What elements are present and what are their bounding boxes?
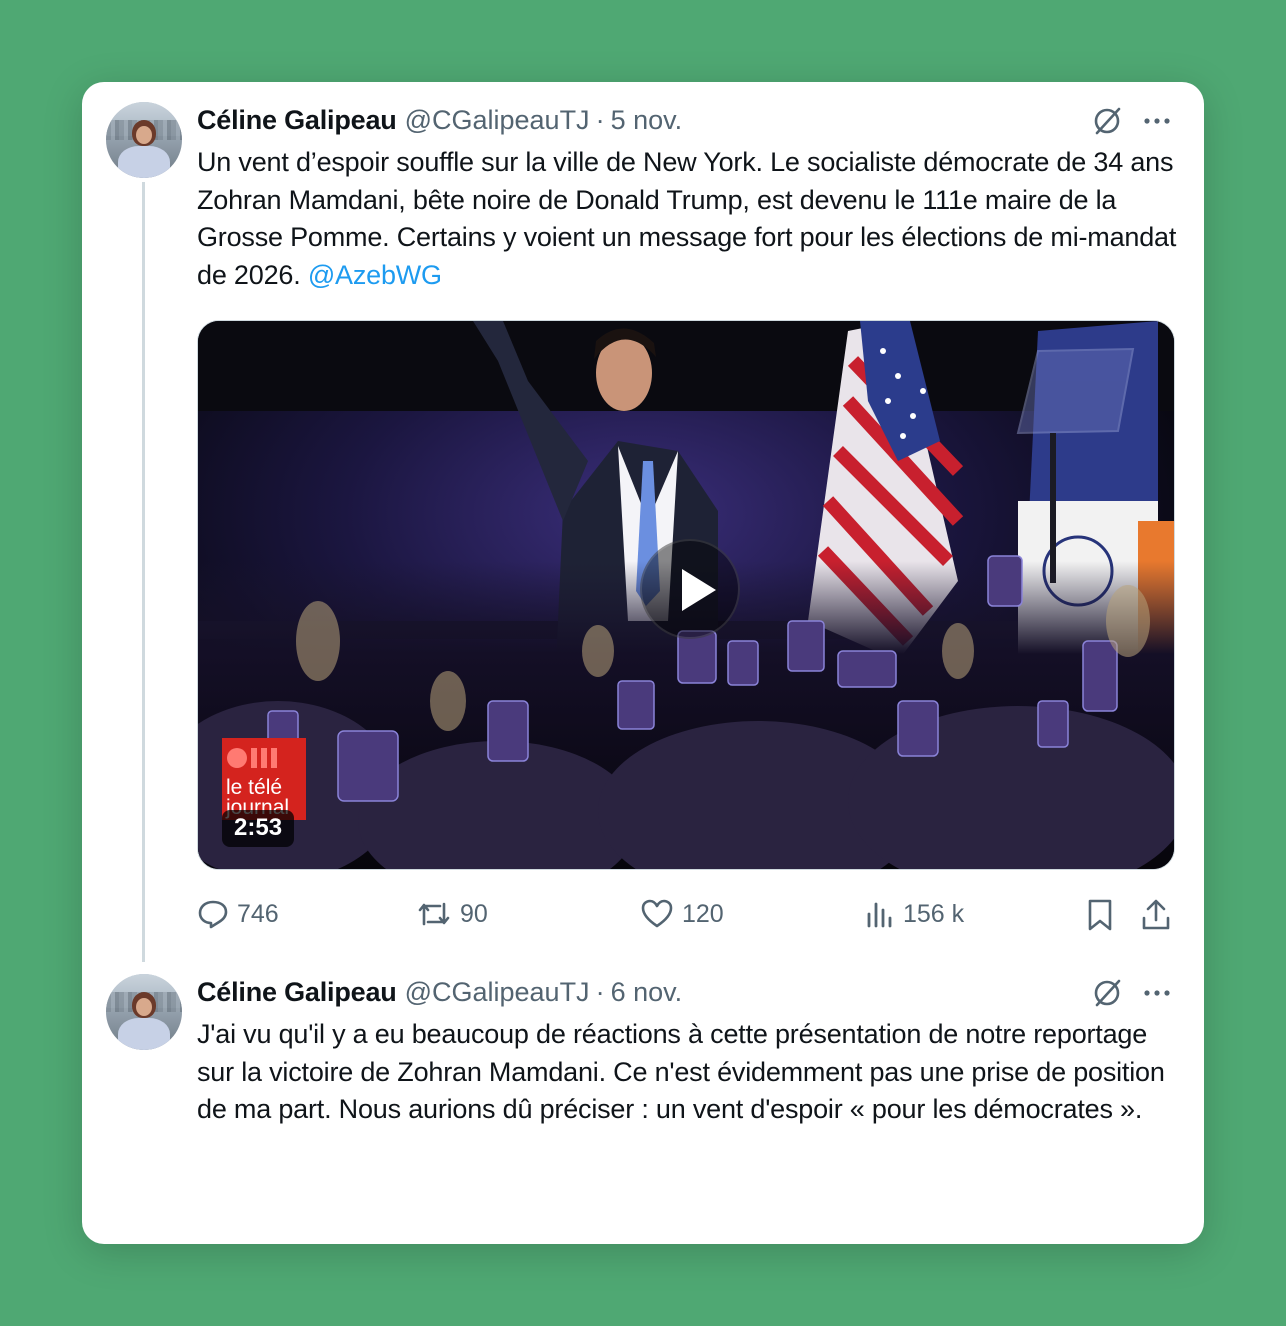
views-button[interactable]: 156 k [865,894,964,934]
tweet-actions: 746 90 120 156 k [82,894,1204,934]
tweet-thread-card: Céline Galipeau @CGalipeauTJ · 5 nov. Un… [82,82,1204,1244]
like-button[interactable]: 120 [640,894,724,934]
like-count: 120 [682,899,724,928]
author-handle[interactable]: @CGalipeauTJ [405,977,590,1008]
repost-count: 90 [460,899,488,928]
tweet-date[interactable]: 5 nov. [611,105,683,136]
video-duration: 2:53 [222,810,295,847]
grok-icon[interactable] [1090,976,1124,1010]
logo-text-1: le télé [226,776,283,799]
more-icon[interactable] [1140,106,1174,136]
views-count: 156 k [903,899,965,928]
bookmark-icon[interactable] [1085,898,1115,932]
author-name[interactable]: Céline Galipeau [197,977,397,1008]
author-name[interactable]: Céline Galipeau [197,105,397,136]
separator-dot: · [595,104,605,135]
play-icon [682,569,716,611]
avatar[interactable] [106,974,182,1050]
tweet-header: Céline Galipeau @CGalipeauTJ · 6 nov. [197,972,1177,1012]
reply-icon [198,900,228,929]
more-icon[interactable] [1140,978,1174,1008]
reply-button[interactable]: 746 [197,894,279,934]
repost-button[interactable]: 90 [416,894,488,934]
tweet-date[interactable]: 6 nov. [611,977,683,1008]
tweet-text: J'ai vu qu'il y a eu beaucoup de réactio… [197,1019,1165,1124]
thread-connector-line [142,182,145,962]
broadcaster-logo: le télé journal [222,738,306,820]
share-icon[interactable] [1140,898,1172,932]
mention-link[interactable]: @AzebWG [308,260,442,290]
views-icon [867,902,892,928]
play-button[interactable] [640,539,740,639]
reply-count: 746 [237,899,279,928]
separator-dot: · [595,976,605,1007]
author-handle[interactable]: @CGalipeauTJ [405,105,590,136]
video-player[interactable]: le télé journal 2:53 [197,320,1175,870]
tweet-header: Céline Galipeau @CGalipeauTJ · 5 nov. [197,100,1177,140]
grok-icon[interactable] [1090,104,1124,138]
avatar[interactable] [106,102,182,178]
broadcaster-logo-mark [227,748,277,768]
repost-icon [418,902,450,926]
heart-icon [641,899,673,928]
tweet-text: Un vent d’espoir souffle sur la ville de… [197,144,1187,294]
